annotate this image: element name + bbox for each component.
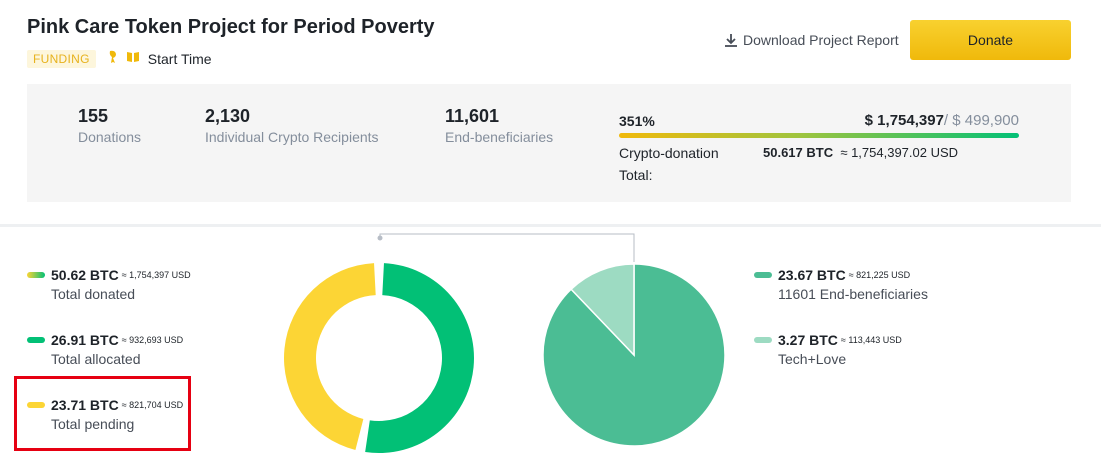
connector-line (379, 233, 635, 262)
donut-chart (283, 263, 474, 453)
connector-dot (377, 235, 383, 241)
donut-slice-total-allocated (365, 263, 474, 453)
charts-svg (283, 233, 726, 453)
pie-chart (542, 263, 726, 447)
donut-slice-total-pending (283, 263, 376, 451)
